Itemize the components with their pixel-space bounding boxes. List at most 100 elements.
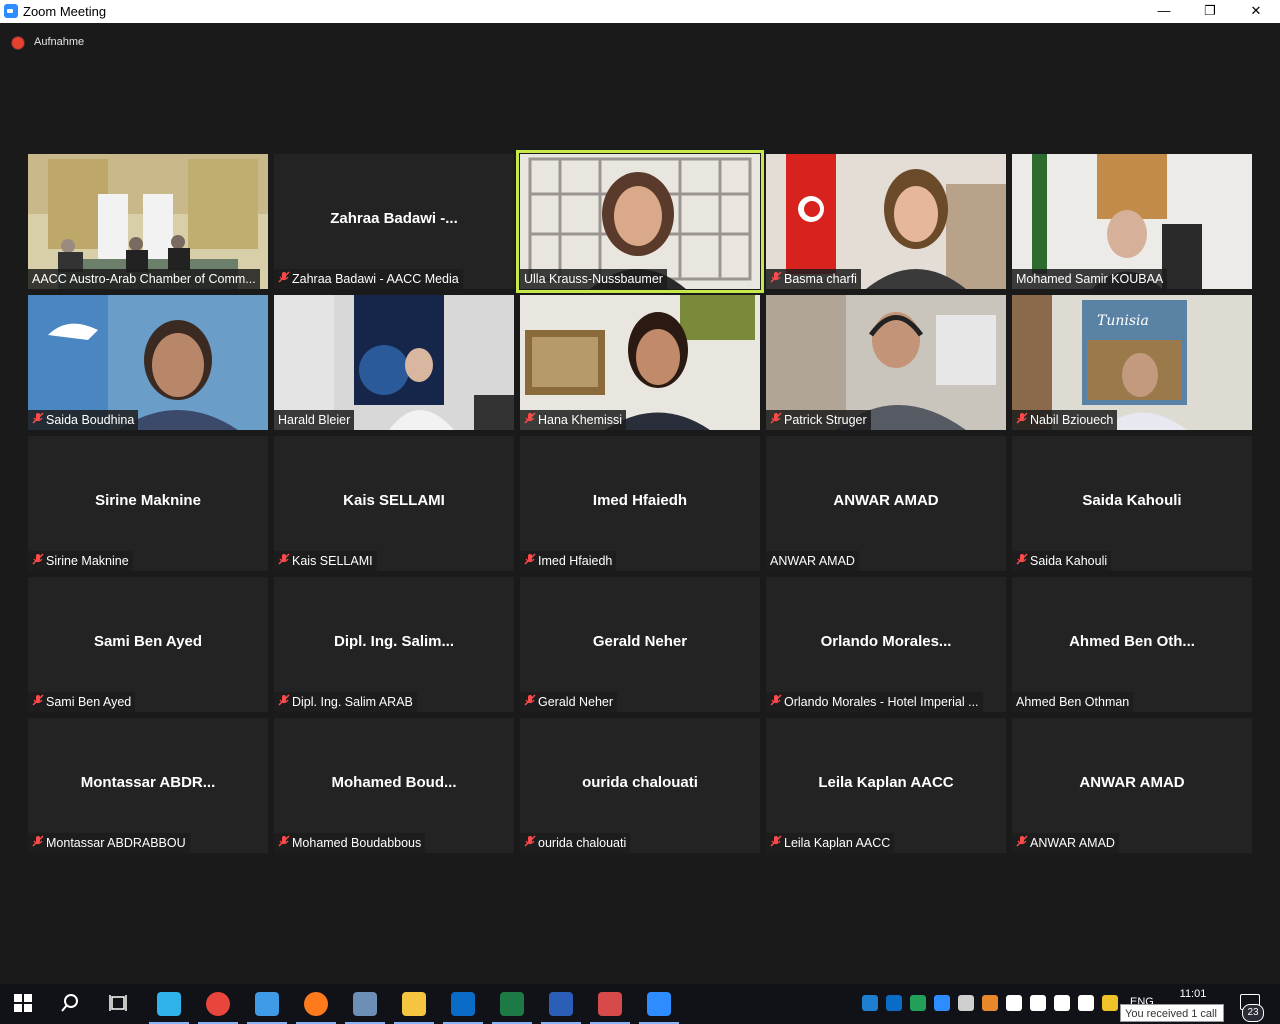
participant-tile[interactable]: Mohamed Samir KOUBAA <box>1012 154 1252 289</box>
muted-mic-icon <box>32 411 46 430</box>
participant-tile[interactable]: Kais SELLAMI Kais SELLAMI <box>274 436 514 571</box>
participant-tile[interactable]: Saida Boudhina <box>28 295 268 430</box>
notification-count-badge: 23 <box>1242 1004 1264 1022</box>
participant-display-name: Saida Kahouli <box>1082 492 1182 509</box>
shield-check-icon[interactable] <box>910 995 926 1011</box>
participant-name-label: Hana Khemissi <box>520 410 627 430</box>
participant-tile[interactable]: Imed Hfaiedh Imed Hfaiedh <box>520 436 760 571</box>
participant-tile[interactable]: Ahmed Ben Oth... Ahmed Ben Othman <box>1012 577 1252 712</box>
participant-name: Imed Hfaiedh <box>538 554 613 568</box>
usb-icon[interactable] <box>1054 995 1070 1011</box>
muted-mic-icon <box>278 693 292 712</box>
muted-mic-icon <box>278 834 292 853</box>
participant-name-label: Ulla Krauss-Nussbaumer <box>520 269 667 289</box>
participant-tile[interactable]: AACC Austro-Arab Chamber of Comm... <box>28 154 268 289</box>
participant-tile[interactable]: Sirine Maknine Sirine Maknine <box>28 436 268 571</box>
clock[interactable]: 11:01 <box>1168 988 1218 1000</box>
windows-taskbar: ENG 11:01 23 <box>0 984 1280 1024</box>
participant-name: Hana Khemissi <box>538 413 623 427</box>
participant-tile[interactable]: Zahraa Badawi -... Zahraa Badawi - AACC M… <box>274 154 514 289</box>
participant-tile[interactable]: Sami Ben Ayed Sami Ben Ayed <box>28 577 268 712</box>
participant-name-label: Montassar ABDRABBOU <box>28 833 190 853</box>
outlook-tray-icon[interactable] <box>886 995 902 1011</box>
participant-tile[interactable]: Basma charfi <box>766 154 1006 289</box>
participant-tile[interactable]: Gerald Neher Gerald Neher <box>520 577 760 712</box>
participant-tile[interactable]: Saida Kahouli Saida Kahouli <box>1012 436 1252 571</box>
participant-name: Montassar ABDRABBOU <box>46 836 186 850</box>
participant-display-name: Orlando Morales... <box>820 633 952 650</box>
participant-tile[interactable]: Dipl. Ing. Salim... Dipl. Ing. Salim ARAB <box>274 577 514 712</box>
participant-name: Ulla Krauss-Nussbaumer <box>524 272 663 286</box>
participant-tile[interactable]: Harald Bleier <box>274 295 514 430</box>
muted-mic-icon <box>524 693 538 712</box>
participant-display-name: Dipl. Ing. Salim... <box>333 633 454 650</box>
participant-tile[interactable]: Ulla Krauss-Nussbaumer <box>516 150 764 293</box>
muted-mic-icon <box>770 834 784 853</box>
participant-display-name: ourida chalouati <box>582 774 698 791</box>
participant-name: ANWAR AMAD <box>1030 836 1115 850</box>
participant-gallery: AACC Austro-Arab Chamber of Comm... Zahra… <box>28 150 1252 853</box>
restore-button[interactable]: ❐ <box>1187 0 1233 23</box>
lync-icon[interactable] <box>862 995 878 1011</box>
close-button[interactable]: ✕ <box>1233 0 1279 23</box>
chrome-icon[interactable] <box>206 992 230 1016</box>
network-icon[interactable] <box>1030 995 1046 1011</box>
paint-icon[interactable] <box>598 992 622 1016</box>
participant-name: Leila Kaplan AACC <box>784 836 891 850</box>
participant-name: Mohamed Samir KOUBAA <box>1016 272 1164 286</box>
participant-name: Saida Boudhina <box>46 413 135 427</box>
file-explorer-icon[interactable] <box>402 992 426 1016</box>
participant-name-label: Dipl. Ing. Salim ARAB <box>274 692 417 712</box>
participant-display-name: Leila Kaplan AACC <box>818 774 954 791</box>
search-icon[interactable] <box>59 992 83 1016</box>
participant-tile[interactable]: ourida chalouati ourida chalouati <box>520 718 760 853</box>
webcam-icon[interactable] <box>958 995 974 1011</box>
firefox-icon[interactable] <box>304 992 328 1016</box>
windows-start-icon[interactable] <box>12 992 36 1016</box>
minimize-button[interactable]: — <box>1141 0 1187 23</box>
participant-name-label: Mohamed Boudabbous <box>274 833 426 853</box>
participant-tile[interactable]: Montassar ABDR... Montassar ABDRABBOU <box>28 718 268 853</box>
participant-tile[interactable]: Hana Khemissi <box>520 295 760 430</box>
participant-display-name: Gerald Neher <box>592 633 688 650</box>
participant-tile[interactable]: Leila Kaplan AACC Leila Kaplan AACC <box>766 718 1006 853</box>
participant-name: Patrick Struger <box>784 413 867 427</box>
recording-dot-icon <box>12 37 24 49</box>
zoom-icon[interactable] <box>647 992 671 1016</box>
excel-icon[interactable] <box>500 992 524 1016</box>
outlook-icon[interactable] <box>451 992 475 1016</box>
participant-display-name: Mohamed Boud... <box>331 774 457 791</box>
participant-tile[interactable]: Orlando Morales... Orlando Morales - Hote… <box>766 577 1006 712</box>
participant-name: Zahraa Badawi - AACC Media <box>292 272 459 286</box>
volume-icon[interactable] <box>1078 995 1094 1011</box>
defender-icon[interactable] <box>1006 995 1022 1011</box>
participant-name-label: Orlando Morales - Hotel Imperial ... <box>766 692 983 712</box>
task-view-icon[interactable] <box>107 992 131 1016</box>
participant-display-name: Imed Hfaiedh <box>592 492 688 509</box>
participant-tile[interactable]: Mohamed Boud... Mohamed Boudabbous <box>274 718 514 853</box>
window-title: Zoom Meeting <box>23 4 107 19</box>
edge-icon[interactable] <box>157 992 181 1016</box>
ie-icon[interactable] <box>255 992 279 1016</box>
alert-icon[interactable] <box>1102 995 1118 1011</box>
participant-display-name: ANWAR AMAD <box>1079 774 1185 791</box>
participant-display-name: Ahmed Ben Oth... <box>1069 633 1195 650</box>
orange-app-icon[interactable] <box>982 995 998 1011</box>
muted-mic-icon <box>524 834 538 853</box>
participant-name-label: ANWAR AMAD <box>1012 833 1119 853</box>
participant-tile[interactable]: ANWAR AMAD ANWAR AMAD <box>1012 718 1252 853</box>
title-bar: Zoom Meeting — ❐ ✕ <box>0 0 1280 23</box>
zoom-tray-icon[interactable] <box>934 995 950 1011</box>
word-icon[interactable] <box>549 992 573 1016</box>
participant-name-label: Saida Boudhina <box>28 410 139 430</box>
participant-name-label: Imed Hfaiedh <box>520 551 617 571</box>
participant-tile[interactable]: Tunisia Nabil Bziouech <box>1012 295 1252 430</box>
muted-mic-icon <box>770 270 784 289</box>
participant-tile[interactable]: ANWAR AMAD ANWAR AMAD <box>766 436 1006 571</box>
participant-tile[interactable]: Patrick Struger <box>766 295 1006 430</box>
svg-text:Tunisia: Tunisia <box>1097 313 1149 329</box>
network-app-icon[interactable] <box>353 992 377 1016</box>
participant-display-name: ANWAR AMAD <box>833 492 939 509</box>
muted-mic-icon <box>32 693 46 712</box>
muted-mic-icon <box>1016 834 1030 853</box>
